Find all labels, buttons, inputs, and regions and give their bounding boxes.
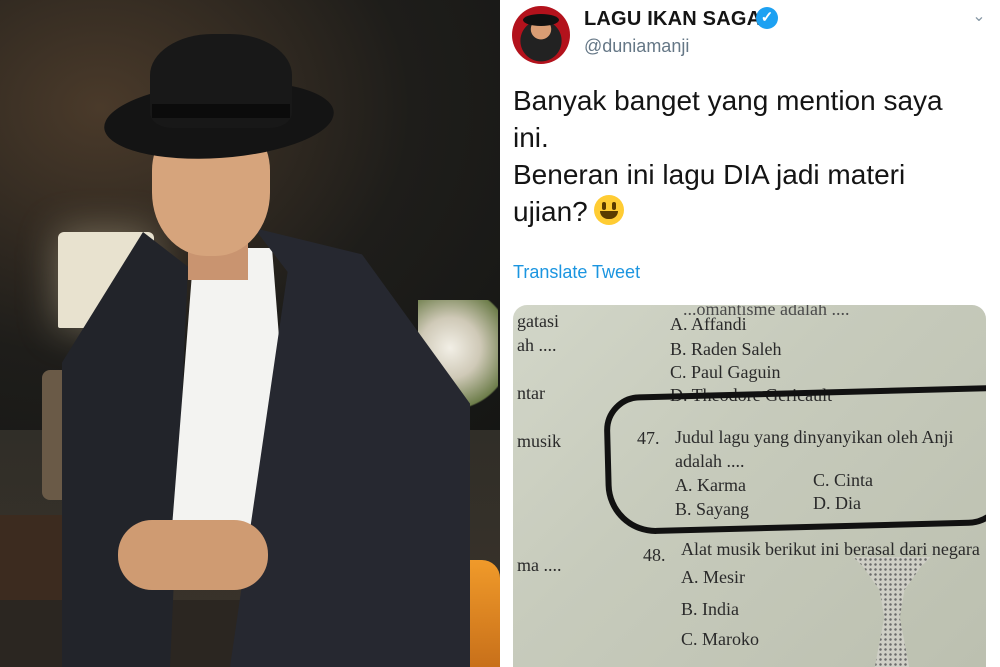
q46-option: B. Raden Saleh: [670, 339, 782, 359]
q46-option: A. Affandi: [670, 314, 747, 334]
q48-option: C. Maroko: [681, 629, 759, 649]
avatar[interactable]: [512, 6, 570, 64]
user-handle[interactable]: @duniamanji: [584, 36, 689, 57]
tweet-line-with-emoji: ujian?: [513, 193, 983, 230]
chevron-down-icon[interactable]: ⌄: [968, 6, 990, 28]
margin-text: musik: [517, 431, 562, 451]
q48-question: Alat musik berikut ini berasal dari nega…: [681, 539, 980, 559]
verified-badge-icon: ✓: [756, 7, 778, 29]
margin-text: ntar: [517, 383, 545, 403]
tweet-line: Beneran ini lagu DIA jadi materi: [513, 159, 906, 190]
q47-option: A. Karma: [675, 475, 746, 495]
q47-question-cont: adalah ....: [675, 451, 745, 471]
tweet-line: ini.: [513, 122, 549, 153]
q48-option: B. India: [681, 599, 739, 619]
q47-option: B. Sayang: [675, 499, 749, 519]
smiley-emoji-icon: [593, 195, 624, 225]
q48-option: A. Mesir: [681, 567, 745, 587]
tweet-card: LAGU IKAN SAGA - ✓ @duniamanji ⌄ Banyak …: [500, 0, 1000, 667]
hands: [118, 520, 268, 590]
answer-circle-mark: [603, 384, 986, 536]
display-name[interactable]: LAGU IKAN SAGA -: [584, 8, 773, 31]
exam-photo[interactable]: ...omantisme adalah .... gatasi ah .... …: [513, 305, 986, 667]
hat-band: [152, 104, 290, 118]
tweet-line: Banyak banget yang mention saya: [513, 85, 943, 116]
margin-text: ma ....: [517, 555, 562, 575]
drum-image: [853, 557, 931, 667]
q47-question: Judul lagu yang dinyanyikan oleh Anji: [675, 427, 954, 447]
tweet-text: Banyak banget yang mention saya ini. Ben…: [513, 82, 983, 230]
q46-option: C. Paul Gaguin: [670, 362, 781, 382]
translate-tweet-link[interactable]: Translate Tweet: [513, 262, 640, 283]
q47-number: 47.: [637, 428, 660, 448]
q47-option: D. Dia: [813, 493, 861, 513]
avatar-hat: [523, 14, 559, 26]
margin-text: ah ....: [517, 335, 557, 355]
q48-number: 48.: [643, 545, 666, 565]
margin-text: gatasi: [517, 311, 559, 331]
person-photo: [0, 0, 500, 667]
tweet-line-text: ujian?: [513, 196, 588, 227]
q47-option: C. Cinta: [813, 470, 874, 490]
